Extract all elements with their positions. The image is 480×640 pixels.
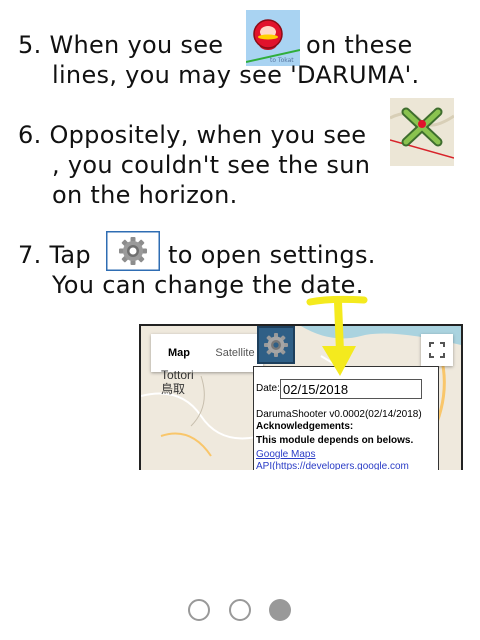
dependencies-text: This module depends on belows. — [256, 435, 414, 446]
step-7-text-a: Tap — [49, 241, 91, 269]
x-marker-icon — [390, 98, 454, 166]
step-6-text-a: Oppositely, when you see — [49, 121, 367, 149]
page-dot-2[interactable] — [229, 599, 251, 621]
page-dot-1[interactable] — [188, 599, 210, 621]
step-5-number: 5. — [18, 31, 42, 59]
step-6-line-1: 6. Oppositely, when you see — [18, 120, 366, 150]
step-6-number: 6. — [18, 121, 42, 149]
map-tab[interactable]: Map — [151, 334, 207, 372]
gear-icon — [106, 231, 160, 271]
api-link[interactable]: API(https://developers.google.com — [256, 461, 409, 470]
yellow-arrow-icon — [306, 295, 368, 376]
step-6-text-c: on the horizon. — [52, 181, 238, 209]
step-7-number: 7. — [18, 241, 42, 269]
page-dot-3-active[interactable] — [269, 599, 291, 621]
step-7-text-b: to open settings. — [168, 241, 376, 269]
step-5-line-1: 5. When you see — [18, 30, 223, 60]
date-label: Date: — [256, 383, 280, 394]
step-5-text-b: on these — [306, 31, 413, 59]
gear-icon — [264, 333, 288, 357]
step-6-text-b: , you couldn't see the sun — [52, 151, 371, 179]
fullscreen-icon — [429, 342, 445, 358]
google-maps-link[interactable]: Google Maps — [256, 449, 315, 460]
version-text: DarumaShooter v0.0002(02/14/2018) — [256, 409, 422, 420]
settings-button[interactable] — [257, 326, 295, 364]
page-indicator — [186, 599, 296, 627]
map-pin-icon: to Tokat — [246, 10, 300, 66]
step-5-text-c: lines, you may see 'DARUMA'. — [52, 61, 420, 89]
step-5-text-a: When you see — [49, 31, 224, 59]
acknowledgements-heading: Acknowledgements: — [256, 421, 354, 432]
map-type-toggle[interactable]: Map Satellite — [151, 334, 263, 372]
date-input[interactable]: 02/15/2018 — [280, 379, 422, 399]
fullscreen-button[interactable] — [421, 334, 453, 366]
city-label-ja: 鳥取 — [161, 382, 186, 396]
step-7-line-1: 7. Tap — [18, 240, 91, 270]
